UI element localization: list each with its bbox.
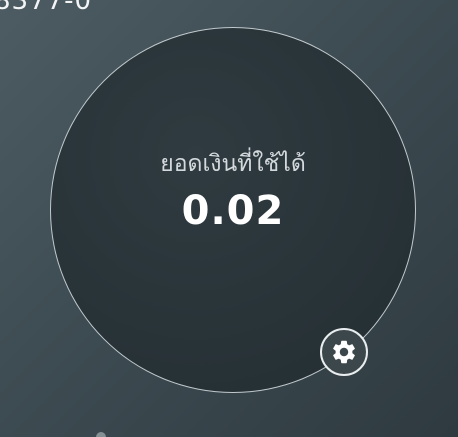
- account-number: 8377-0: [0, 0, 93, 16]
- available-balance-label: ยอดเงินที่ใช้ได้: [160, 151, 306, 177]
- gear-icon: [333, 340, 355, 364]
- bottom-hint: [96, 426, 156, 437]
- available-balance-value: 0.02: [181, 188, 285, 234]
- settings-button[interactable]: [320, 328, 368, 376]
- hint-dot: [96, 432, 106, 437]
